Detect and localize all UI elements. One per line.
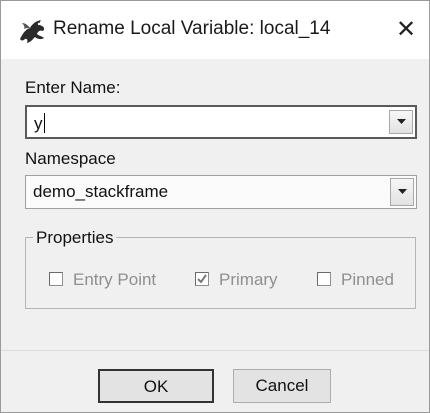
button-bar: OK Cancel [1, 350, 429, 412]
title-bar[interactable]: Rename Local Variable: local_14 ✕ [1, 1, 429, 59]
rename-variable-dialog: Rename Local Variable: local_14 ✕ Enter … [0, 0, 430, 413]
namespace-label: Namespace [25, 149, 116, 168]
name-combobox[interactable]: y [25, 105, 417, 139]
namespace-value: demo_stackframe [33, 182, 169, 201]
enter-name-label: Enter Name: [25, 78, 121, 97]
checkmark-icon [197, 274, 207, 284]
cancel-button[interactable]: Cancel [233, 369, 331, 403]
dialog-title: Rename Local Variable: local_14 [53, 18, 331, 39]
close-icon: ✕ [395, 16, 417, 43]
name-dropdown-button[interactable] [389, 110, 413, 134]
text-caret [43, 113, 45, 133]
close-button[interactable]: ✕ [389, 13, 423, 47]
pinned-label: Pinned [341, 270, 394, 289]
entry-point-checkbox-box[interactable] [49, 272, 63, 286]
pinned-checkbox-box[interactable] [317, 272, 331, 286]
chevron-down-icon [398, 189, 407, 194]
name-input[interactable]: y [34, 113, 45, 134]
name-input-text: y [34, 114, 43, 133]
entry-point-label: Entry Point [73, 270, 157, 289]
chevron-down-icon [397, 119, 406, 124]
primary-label: Primary [219, 270, 278, 289]
primary-checkbox-box[interactable] [195, 272, 209, 286]
dragon-icon [17, 17, 47, 45]
namespace-select[interactable]: demo_stackframe [25, 175, 417, 209]
dialog-body: Enter Name: y Namespace demo_stackframe … [1, 59, 429, 350]
namespace-dropdown-button[interactable] [390, 178, 414, 206]
properties-group-title: Properties [33, 228, 117, 248]
ok-button[interactable]: OK [98, 369, 214, 403]
